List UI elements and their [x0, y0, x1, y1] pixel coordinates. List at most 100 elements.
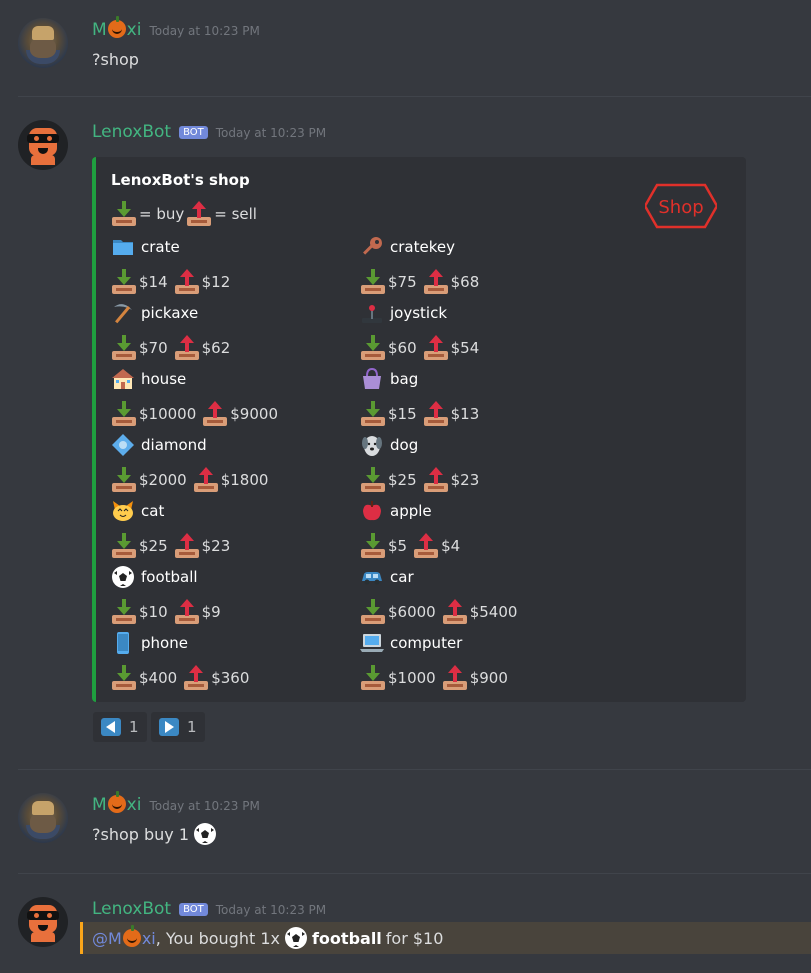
- outbox-tray-icon: [423, 467, 449, 493]
- pickaxe-icon: [111, 301, 135, 325]
- item-price-row: $75 $68: [360, 269, 479, 295]
- user-avatar[interactable]: [18, 18, 68, 68]
- inbox-tray-icon: [111, 599, 137, 625]
- outbox-tray-icon: [183, 665, 209, 691]
- folder-icon: [111, 235, 135, 259]
- item-name: football: [141, 568, 198, 586]
- item-name-row: crate: [111, 235, 180, 259]
- buy-price: $25: [139, 537, 168, 555]
- bot-avatar[interactable]: [18, 120, 68, 170]
- item-name-row: dog: [360, 433, 418, 457]
- username[interactable]: Mxi: [92, 16, 141, 40]
- item-name-row: computer: [360, 631, 462, 655]
- buy-price: $10000: [139, 405, 197, 423]
- user-mention[interactable]: @M xi: [92, 924, 156, 948]
- item-price-row: $6000 $5400: [360, 599, 517, 625]
- arrow-right-icon: [159, 718, 179, 736]
- bot-badge: BOT: [179, 902, 208, 916]
- item-price-row: $14 $12: [111, 269, 230, 295]
- item-price-row: $25 $23: [111, 533, 230, 559]
- item-name: pickaxe: [141, 304, 199, 322]
- inbox-tray-icon: [360, 533, 386, 559]
- reaction-prev[interactable]: 1: [93, 712, 147, 742]
- item-name: apple: [390, 502, 432, 520]
- football-icon: [111, 565, 135, 589]
- inbox-tray-icon: [111, 201, 137, 227]
- outbox-tray-icon: [174, 335, 200, 361]
- buy-price: $10: [139, 603, 168, 621]
- key-icon: [360, 235, 384, 259]
- outbox-tray-icon: [174, 599, 200, 625]
- inbox-tray-icon: [111, 269, 137, 295]
- sell-price: $900: [469, 669, 508, 687]
- inbox-tray-icon: [111, 665, 137, 691]
- item-name: cratekey: [390, 238, 455, 256]
- inbox-tray-icon: [360, 401, 386, 427]
- timestamp: Today at 10:23 PM: [215, 126, 327, 140]
- legend-sell-text: = sell: [214, 205, 257, 223]
- computer-icon: [360, 631, 384, 655]
- item-price-row: $10000 $9000: [111, 401, 278, 427]
- sell-price: $13: [450, 405, 480, 423]
- outbox-tray-icon: [186, 201, 212, 227]
- sell-price: $5400: [469, 603, 518, 621]
- bag-icon: [360, 367, 384, 391]
- sell-price: $1800: [220, 471, 269, 489]
- sell-price: $62: [201, 339, 231, 357]
- sell-price: $9000: [230, 405, 278, 423]
- joystick-icon: [360, 301, 384, 325]
- item-name-row: car: [360, 565, 414, 589]
- inbox-tray-icon: [360, 599, 386, 625]
- item-name: dog: [390, 436, 419, 454]
- shop-embed: LenoxBot's shop = buy = sell Shop crate $…: [92, 157, 746, 702]
- reaction-next[interactable]: 1: [151, 712, 205, 742]
- message-divider: [18, 96, 811, 97]
- item-name: house: [141, 370, 187, 388]
- sell-price: $9: [201, 603, 221, 621]
- item-price-row: $25 $23: [360, 467, 479, 493]
- item-price-row: $400 $360: [111, 665, 249, 691]
- sell-price: $360: [211, 669, 250, 687]
- sell-price: $68: [450, 273, 480, 291]
- inbox-tray-icon: [111, 401, 137, 427]
- outbox-tray-icon: [193, 467, 219, 493]
- outbox-tray-icon: [423, 401, 449, 427]
- diamond-icon: [111, 433, 135, 457]
- svg-text:Shop: Shop: [658, 197, 703, 218]
- item-name-row: cratekey: [360, 235, 455, 259]
- buy-price: $2000: [139, 471, 187, 489]
- item-name-row: bag: [360, 367, 418, 391]
- inbox-tray-icon: [111, 533, 137, 559]
- item-name: car: [390, 568, 414, 586]
- user-avatar[interactable]: [18, 793, 68, 843]
- item-name-row: house: [111, 367, 186, 391]
- bot-avatar[interactable]: [18, 897, 68, 947]
- buy-price: $70: [139, 339, 168, 357]
- football-icon: [193, 822, 217, 846]
- buy-price: $60: [388, 339, 417, 357]
- purchased-item: football: [311, 928, 382, 948]
- item-price-row: $2000 $1800: [111, 467, 268, 493]
- sell-price: $54: [450, 339, 480, 357]
- item-name-row: pickaxe: [111, 301, 198, 325]
- pumpkin-icon: [107, 791, 126, 813]
- username[interactable]: Mxi: [92, 791, 141, 815]
- message-text: ?shop buy 1: [92, 822, 217, 846]
- message-text: @M xi, You bought 1x football for $10: [92, 924, 444, 950]
- item-price-row: $15 $13: [360, 401, 479, 427]
- item-name: computer: [390, 634, 463, 652]
- item-name-row: apple: [360, 499, 432, 523]
- purchase-price-text: for $10: [385, 928, 444, 948]
- shop-logo: Shop: [645, 183, 717, 229]
- buy-price: $6000: [388, 603, 436, 621]
- inbox-tray-icon: [360, 665, 386, 691]
- item-price-row: $1000 $900: [360, 665, 508, 691]
- item-name-row: football: [111, 565, 198, 589]
- timestamp: Today at 10:23 PM: [215, 903, 327, 917]
- inbox-tray-icon: [360, 467, 386, 493]
- outbox-tray-icon: [174, 269, 200, 295]
- bot-username[interactable]: LenoxBot: [92, 899, 171, 919]
- sell-price: $12: [201, 273, 231, 291]
- bot-username[interactable]: LenoxBot: [92, 122, 171, 142]
- timestamp: Today at 10:23 PM: [149, 24, 260, 38]
